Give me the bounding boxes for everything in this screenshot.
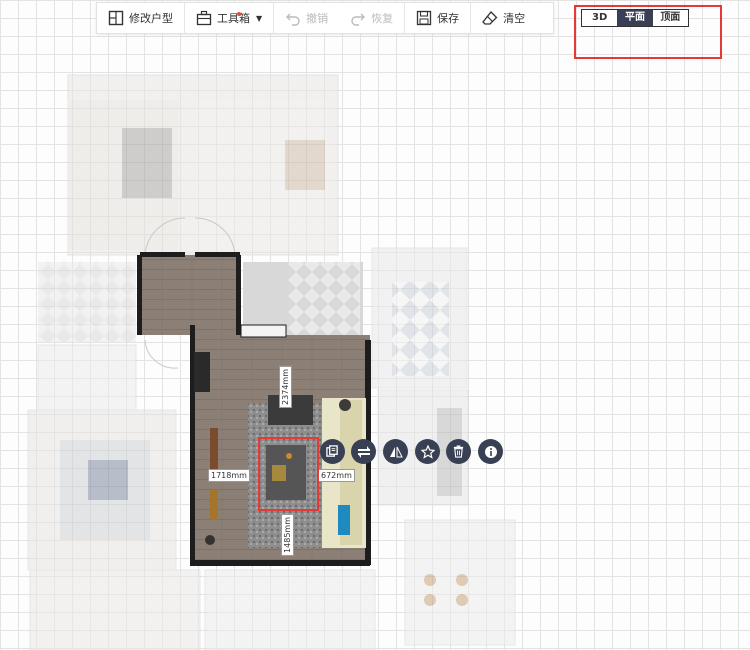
info-icon[interactable]	[478, 439, 503, 464]
undo-button[interactable]: 撤销	[274, 3, 339, 33]
copy-icon[interactable]	[320, 439, 345, 464]
floor-plan-icon	[108, 10, 124, 26]
redo-label: 恢复	[371, 12, 394, 25]
favorite-star-icon[interactable]	[415, 439, 440, 464]
edit-layout-label: 修改户型	[129, 12, 173, 25]
clear-button[interactable]: 清空	[471, 3, 536, 33]
view-mode-switch: 3D 平面 顶面	[581, 9, 689, 27]
flip-horizontal-icon[interactable]	[351, 439, 376, 464]
view-ceiling-button[interactable]: 顶面	[653, 10, 688, 26]
toolbox-label: 工具箱	[217, 12, 250, 25]
dimension-label-left: 1718mm	[208, 469, 250, 482]
eraser-icon	[482, 11, 498, 25]
notification-dot	[237, 11, 241, 16]
delete-trash-icon[interactable]	[446, 439, 471, 464]
floor-plan-canvas[interactable]	[0, 0, 750, 650]
toolbox-icon	[196, 10, 212, 26]
view-3d-button[interactable]: 3D	[582, 10, 617, 26]
chevron-down-icon: ▼	[256, 13, 263, 23]
top-toolbar: 修改户型 工具箱 ▼ 撤销 恢复 保存 清空	[96, 2, 554, 34]
view-plan-button[interactable]: 平面	[617, 10, 653, 26]
mirror-icon[interactable]	[383, 439, 408, 464]
dimension-label-right: 672mm	[318, 469, 355, 482]
dimension-label-top: 2374mm	[279, 366, 292, 408]
save-button[interactable]: 保存	[405, 3, 470, 33]
undo-icon	[286, 13, 300, 26]
edit-layout-button[interactable]: 修改户型	[97, 3, 184, 33]
redo-button[interactable]: 恢复	[339, 3, 404, 33]
save-icon	[417, 10, 432, 26]
redo-icon	[351, 13, 366, 26]
selected-object-highlight[interactable]	[258, 437, 319, 511]
dimension-label-bottom: 1485mm	[281, 514, 294, 556]
undo-label: 撤销	[306, 12, 329, 25]
toolbox-button[interactable]: 工具箱 ▼	[185, 3, 273, 33]
clear-label: 清空	[503, 12, 526, 25]
save-label: 保存	[437, 12, 460, 25]
